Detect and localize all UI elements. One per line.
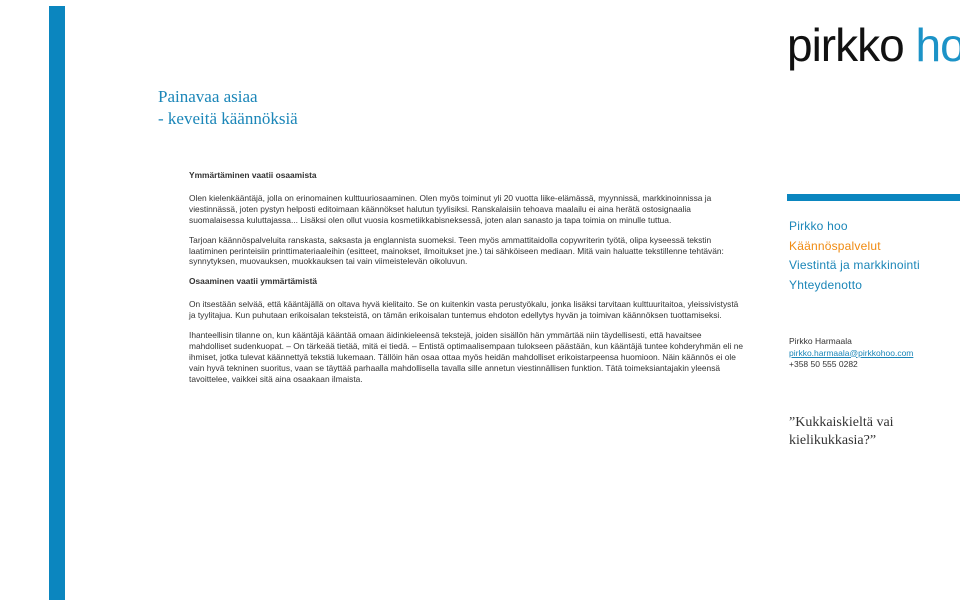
headline-line-1: Painavaa asiaa [158, 87, 258, 106]
article-body: Ymmärtäminen vaatii osaamista Olen kiele… [189, 170, 745, 394]
nav-item-yhteydenotto[interactable]: Yhteydenotto [789, 276, 920, 296]
contact-phone: +358 50 555 0282 [789, 359, 858, 369]
nav-item-viestinta-ja-markkinointi[interactable]: Viestintä ja markkinointi [789, 256, 920, 276]
nav-item-kaannospalvelut[interactable]: Käännöspalvelut [789, 237, 920, 257]
contact-email-link[interactable]: pirkko.harmaala@pirkkohoo.com [789, 348, 913, 358]
paragraph-3: On itsestään selvää, että kääntäjällä on… [189, 299, 739, 321]
left-accent-bar [49, 6, 65, 600]
sidebar-divider-bar [787, 194, 960, 201]
paragraph-1: Olen kielenkääntäjä, jolla on erinomaine… [189, 192, 712, 225]
sidebar-nav: Pirkko hoo Käännöspalvelut Viestintä ja … [789, 217, 920, 295]
paragraph-4: Ihanteellisin tilanne on, kun kääntäjä k… [189, 330, 744, 384]
section-heading-2: Osaaminen vaatii ymmärtämistä [189, 276, 318, 287]
headline-line-2: - keveitä käännöksiä [158, 109, 298, 128]
page-headline: Painavaa asiaa - keveitä käännöksiä [158, 86, 298, 130]
tagline-quote: ”Kukkaiskieltä vai kielikukkasia?” [789, 415, 894, 448]
contact-info: Pirkko Harmaala pirkko.harmaala@pirkkoho… [789, 336, 913, 371]
brand-logo[interactable]: pirkko hoo [787, 10, 960, 80]
section-heading-1: Ymmärtäminen vaatii osaamista [189, 170, 317, 180]
paragraph-2: Tarjoan käännöspalveluita ranskasta, sak… [189, 234, 724, 267]
logo-word-hoo: hoo [915, 19, 960, 71]
logo-word-pirkko: pirkko [787, 19, 905, 71]
nav-item-pirkko-hoo[interactable]: Pirkko hoo [789, 217, 920, 237]
contact-name: Pirkko Harmaala [789, 336, 852, 346]
